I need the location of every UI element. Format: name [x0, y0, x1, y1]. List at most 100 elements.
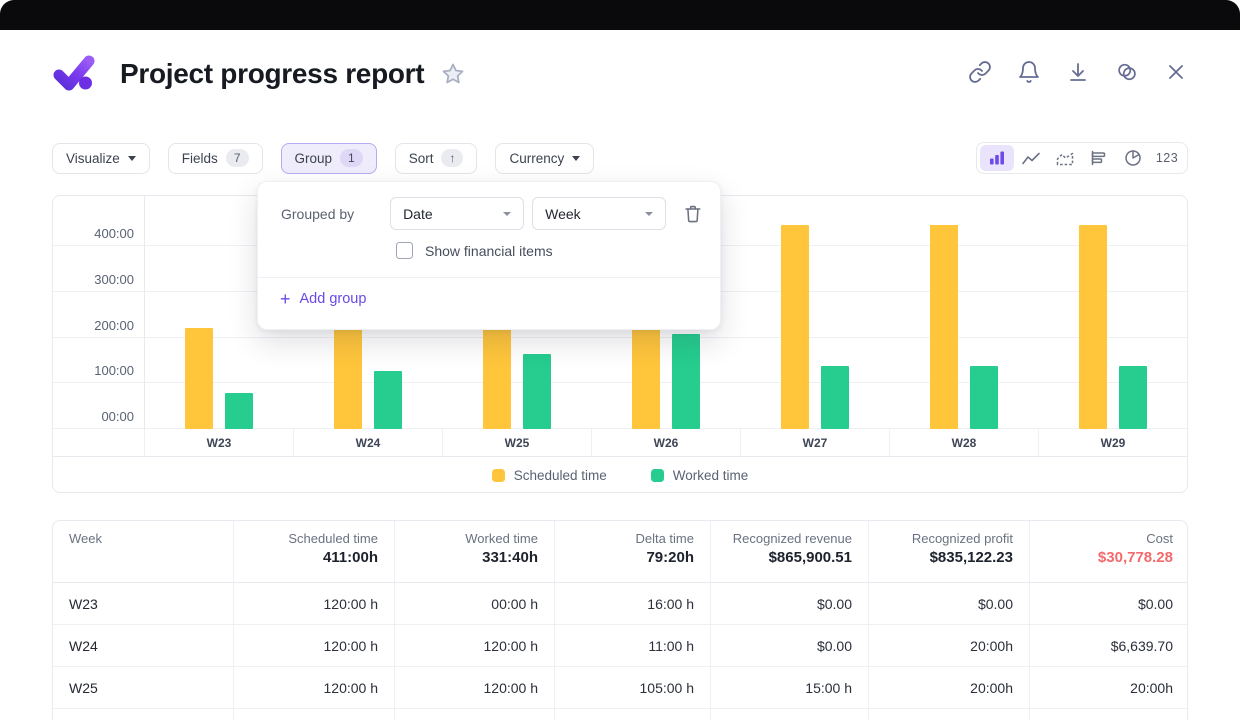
group-button[interactable]: Group 1 [281, 143, 377, 174]
favorite-star-icon[interactable] [440, 61, 466, 87]
column-header-week[interactable]: Week [53, 521, 233, 582]
legend-label: Scheduled time [514, 468, 607, 483]
hbar-chart-view-button[interactable] [1082, 145, 1116, 171]
visualize-button[interactable]: Visualize [52, 143, 150, 174]
report-toolbar: Visualize Fields 7 Group 1 Sort ↑ Curren… [52, 142, 1188, 174]
table-cell [868, 709, 1029, 720]
sync-circles-icon[interactable] [1115, 60, 1139, 84]
chart-y-axis: 400:00300:00200:00100:0000:00 [53, 196, 144, 429]
numeric-view-button[interactable]: 123 [1150, 145, 1184, 171]
show-financial-items-checkbox[interactable] [396, 242, 413, 259]
table-row-W24[interactable]: W24120:00 h120:00 h11:00 h$0.0020:00h$6,… [53, 625, 1187, 667]
table-row-partial[interactable] [53, 709, 1187, 720]
x-axis-label-W28: W28 [889, 429, 1038, 456]
report-table: WeekScheduled time411:00hWorked time331:… [52, 520, 1188, 720]
table-cell: $0.00 [1029, 583, 1188, 624]
pie-chart-view-button[interactable] [1116, 145, 1150, 171]
column-header-delta-time[interactable]: Delta time79:20h [554, 521, 710, 582]
chart-x-axis-corner [53, 429, 144, 456]
table-cell: W23 [53, 583, 233, 624]
chevron-down-icon [503, 212, 511, 216]
group-count-badge: 1 [340, 149, 363, 167]
column-header-scheduled-time[interactable]: Scheduled time411:00h [233, 521, 394, 582]
y-tick-label: 300:00 [94, 272, 134, 287]
legend-item-worked-time[interactable]: Worked time [651, 468, 749, 483]
column-header-recognized-revenue[interactable]: Recognized revenue$865,900.51 [710, 521, 868, 582]
table-cell: 00:00 h [394, 583, 554, 624]
y-tick-label: 100:00 [94, 363, 134, 378]
bar-W23-worked-time [225, 393, 253, 429]
link-icon[interactable] [968, 60, 992, 84]
bar-W23-scheduled-time [185, 328, 213, 429]
chevron-down-icon [128, 156, 136, 161]
table-row-W23[interactable]: W23120:00 h00:00 h16:00 h$0.00$0.00$0.00 [53, 583, 1187, 625]
bar-W26-scheduled-time [632, 329, 660, 429]
add-group-button[interactable]: + Add group [280, 290, 366, 308]
plus-icon: + [280, 290, 291, 308]
trash-icon[interactable] [682, 203, 704, 225]
x-axis-label-W29: W29 [1038, 429, 1187, 456]
table-cell: 20:00h [1029, 667, 1188, 708]
table-cell: $0.00 [710, 625, 868, 666]
table-cell [1029, 709, 1188, 720]
bar-W29-scheduled-time [1079, 225, 1107, 429]
table-header-row: WeekScheduled time411:00hWorked time331:… [53, 521, 1187, 583]
column-label: Cost [1146, 531, 1173, 546]
group-interval-select[interactable]: Week [532, 197, 666, 230]
x-axis-label-W27: W27 [740, 429, 889, 456]
table-cell: 120:00 h [233, 625, 394, 666]
bar-W25-worked-time [523, 354, 551, 429]
chevron-down-icon [572, 156, 580, 161]
currency-button[interactable]: Currency [495, 143, 594, 174]
bell-icon[interactable] [1017, 60, 1041, 84]
y-tick-label: 00:00 [101, 409, 134, 424]
column-label: Worked time [465, 531, 538, 546]
numeric-view-label: 123 [1156, 151, 1178, 165]
chart-x-axis: W23W24W25W26W27W28W29 [53, 429, 1187, 456]
x-axis-label-W25: W25 [442, 429, 591, 456]
column-header-cost[interactable]: Cost$30,778.28 [1029, 521, 1188, 582]
column-label: Delta time [635, 531, 694, 546]
chart-view-switcher: 123 [976, 142, 1188, 174]
table-row-W25[interactable]: W25120:00 h120:00 h105:00 h15:00 h20:00h… [53, 667, 1187, 709]
line-chart-icon [1021, 149, 1041, 167]
group-label: Group [295, 151, 333, 166]
bar-W25-scheduled-time [483, 329, 511, 429]
legend-label: Worked time [673, 468, 749, 483]
page-title: Project progress report [120, 58, 424, 90]
close-icon[interactable] [1164, 60, 1188, 84]
area-chart-icon [1055, 149, 1075, 167]
bar-chart-view-button[interactable] [980, 145, 1014, 171]
bar-W27-scheduled-time [781, 225, 809, 429]
column-header-worked-time[interactable]: Worked time331:40h [394, 521, 554, 582]
legend-item-scheduled-time[interactable]: Scheduled time [492, 468, 607, 483]
currency-label: Currency [509, 151, 564, 166]
fields-count-badge: 7 [226, 149, 249, 167]
group-field-value: Date [403, 206, 433, 222]
bar-chart-icon [987, 149, 1007, 167]
bar-W27-worked-time [821, 366, 849, 429]
table-cell: $0.00 [710, 583, 868, 624]
download-icon[interactable] [1066, 60, 1090, 84]
y-tick-label: 200:00 [94, 318, 134, 333]
area-chart-view-button[interactable] [1048, 145, 1082, 171]
group-field-select[interactable]: Date [390, 197, 524, 230]
bar-W28-scheduled-time [930, 225, 958, 429]
x-axis-label-W23: W23 [144, 429, 293, 456]
visualize-label: Visualize [66, 151, 120, 166]
add-group-label: Add group [300, 291, 367, 307]
popup-divider [258, 277, 720, 278]
line-chart-view-button[interactable] [1014, 145, 1048, 171]
table-cell: W24 [53, 625, 233, 666]
report-header: Project progress report [52, 50, 1188, 98]
column-header-recognized-profit[interactable]: Recognized profit$835,122.23 [868, 521, 1029, 582]
fields-button[interactable]: Fields 7 [168, 143, 263, 174]
table-cell: 20:00h [868, 667, 1029, 708]
legend-swatch [651, 469, 664, 482]
app-window: Project progress report [0, 0, 1240, 720]
table-cell [53, 709, 233, 720]
bar-W24-scheduled-time [334, 327, 362, 429]
table-body: W23120:00 h00:00 h16:00 h$0.00$0.00$0.00… [53, 583, 1187, 709]
table-cell: 105:00 h [554, 667, 710, 708]
sort-button[interactable]: Sort ↑ [395, 143, 478, 174]
